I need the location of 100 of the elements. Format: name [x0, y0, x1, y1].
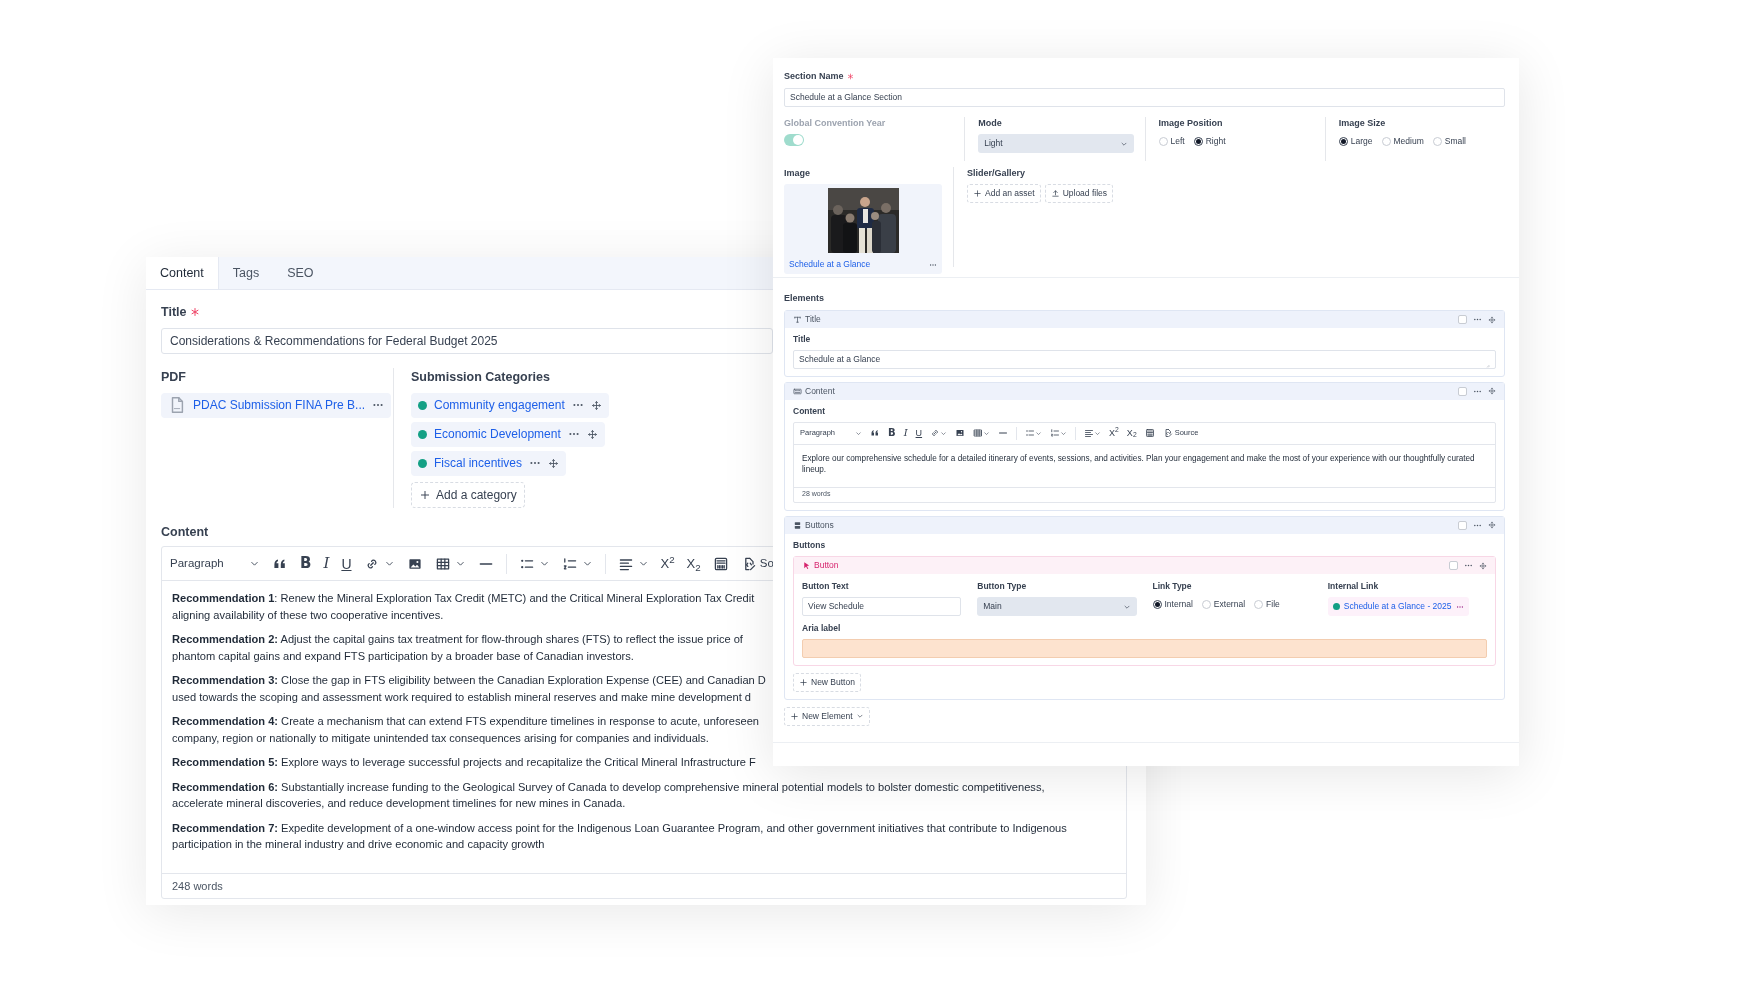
- aria-label-field[interactable]: [802, 638, 1487, 658]
- checkbox[interactable]: [1458, 315, 1467, 324]
- category-link[interactable]: Community engagement: [434, 396, 565, 414]
- italic-button[interactable]: I: [903, 428, 908, 438]
- checkbox[interactable]: [1449, 561, 1458, 571]
- caret-icon[interactable]: [940, 429, 948, 437]
- checkbox[interactable]: [1458, 386, 1467, 396]
- radio-label: Left: [1170, 135, 1185, 148]
- button-text-field[interactable]: View Schedule: [802, 597, 962, 616]
- move-icon[interactable]: [1479, 561, 1487, 570]
- field-label: Slider/Gallery: [967, 166, 1027, 180]
- move-icon[interactable]: [590, 399, 602, 411]
- subscript-button[interactable]: X$_{2}$: [686, 557, 701, 571]
- category-link[interactable]: Fiscal incentives: [434, 454, 523, 472]
- title-field[interactable]: Considerations & Recommendations for Federal Budget 2025: [161, 327, 773, 354]
- radio-label: File: [1266, 598, 1280, 611]
- field-label: Title: [793, 333, 812, 346]
- underline-button[interactable]: U: [915, 428, 923, 438]
- upload-icon: [1050, 189, 1060, 198]
- checkbox[interactable]: [1458, 520, 1467, 530]
- mode-select[interactable]: Light: [978, 134, 1135, 153]
- field-label: Button Text: [802, 580, 850, 593]
- caret-icon[interactable]: [1035, 429, 1043, 437]
- field-label: Elements: [784, 291, 826, 305]
- pointer-icon: [802, 561, 811, 571]
- source-icon: [1162, 428, 1173, 438]
- paragraph: Explore our comprehensive schedule for a detailed itinerary of events, sessions, and activities. Plan your engagement and make the most of your experience with our thoughtfully curated lineup.: [801, 452, 1476, 476]
- paragraph: Recommendation 2: Adjust the capital gains tax treatment for flow-through shares (FTS) to reflect the issue price of phantom capital gains and expand FTS participation by a broader base of Canadian investors.: [172, 632, 743, 664]
- plus-icon: [790, 711, 799, 721]
- image-caption-link[interactable]: Schedule at a Glance: [789, 258, 871, 271]
- chevron-down-icon: [855, 429, 862, 437]
- radio-label: Right: [1205, 135, 1226, 148]
- table-icon[interactable]: [973, 428, 984, 438]
- upload-files-button[interactable]: Upload files: [1044, 184, 1114, 203]
- element-title: Button: [814, 559, 839, 573]
- move-icon[interactable]: [548, 457, 560, 469]
- field-label: Title: [161, 304, 187, 321]
- field-label: Content: [161, 523, 209, 541]
- word-count: 248 words: [162, 872, 1126, 898]
- text-type-icon: [793, 315, 802, 324]
- superscript-button[interactable]: X$^{2}$: [1109, 428, 1119, 438]
- text-block-icon: [793, 386, 802, 396]
- internal-link[interactable]: Schedule at a Glance - 2025: [1343, 600, 1452, 613]
- bold-button[interactable]: B: [888, 428, 896, 438]
- underline-button[interactable]: U: [341, 556, 352, 571]
- caret-icon[interactable]: [1060, 429, 1068, 437]
- add-asset-button[interactable]: Add an asset: [967, 184, 1041, 203]
- tab[interactable]: SEO: [273, 257, 328, 289]
- source-button[interactable]: So: [740, 555, 774, 573]
- pdf-link[interactable]: PDAC Submission FINA Pre B...: [193, 396, 366, 414]
- category-link[interactable]: Economic Development: [434, 425, 561, 443]
- section-name-field[interactable]: Schedule at a Glance Section: [784, 87, 1505, 107]
- element-title: Content: [805, 384, 835, 398]
- numbered-list-icon[interactable]: [1050, 428, 1061, 438]
- bulleted-list-icon[interactable]: [1025, 428, 1036, 438]
- move-icon[interactable]: [1488, 521, 1496, 529]
- move-icon[interactable]: [1488, 315, 1496, 324]
- element-title: Buttons: [805, 518, 834, 532]
- radio-label: Large: [1350, 135, 1373, 148]
- embed-icon[interactable]: [1144, 428, 1155, 438]
- align-left-icon[interactable]: [1084, 428, 1095, 438]
- paragraph: Recommendation 3: Close the gap in FTS eligibility between the Canadian Exploration Expense (CEE) and Canadian D used towards the scoping and assessment work required to establish mineral reserves and make mine development d: [172, 673, 766, 705]
- italic-button[interactable]: I: [323, 556, 330, 572]
- add-category-button[interactable]: Add a category: [411, 481, 525, 508]
- move-icon[interactable]: [586, 428, 598, 440]
- numbered-list-icon[interactable]: [561, 555, 578, 572]
- paragraph-select[interactable]: Paragraph: [170, 555, 260, 573]
- field-label: Aria label: [802, 622, 842, 635]
- superscript-button[interactable]: X$^{2}$: [660, 557, 675, 571]
- new-button-button[interactable]: New Button: [793, 672, 861, 692]
- new-element-button[interactable]: New Element: [784, 706, 870, 726]
- field-label: Button Type: [977, 580, 1028, 593]
- tab[interactable]: Tags: [218, 257, 274, 289]
- field-label: Link Type: [1152, 580, 1193, 593]
- field-label: Submission Categories: [411, 368, 550, 386]
- tab[interactable]: Content: [146, 257, 219, 289]
- field-label: Image Size: [1338, 116, 1387, 130]
- field-label: Global Convention Year: [784, 116, 887, 130]
- field-label: Section Name: [784, 70, 844, 83]
- caret-icon[interactable]: [1094, 429, 1102, 437]
- paragraph: Recommendation 4: Create a mechanism that can extend FTS expenditure timelines in response to acute, unforeseen company, region or nationally to mitigate unintended tax consequences arising for companies and individuals.: [172, 714, 760, 746]
- field-label: Image: [784, 166, 811, 180]
- bold-button[interactable]: B: [300, 556, 312, 572]
- field-label: PDF: [161, 368, 186, 386]
- paragraph: Recommendation 7: Expedite development of a one-window access point for the Indigenous Loan Guarantee Program, and other government initiatives that contribute to Indigenous participation in the mineral industry and drive economic and capacity growth: [172, 820, 1067, 853]
- quote-icon[interactable]: [870, 428, 880, 438]
- button-type-select[interactable]: Main: [977, 597, 1137, 616]
- chevron-down-icon: [855, 712, 864, 721]
- image-icon[interactable]: [955, 428, 966, 438]
- field-label: Content: [793, 404, 827, 418]
- paragraph: Recommendation 1: Renew the Mineral Exploration Tax Credit (METC) and the Critical Mineral Exploration Tax Credit aligning availability of these two cooperative incentives.: [172, 591, 755, 623]
- embed-icon[interactable]: [712, 555, 729, 572]
- title-field[interactable]: Schedule at a Glance: [793, 349, 1496, 369]
- radio-label: Medium: [1393, 135, 1424, 148]
- field-label: Mode: [978, 116, 1003, 130]
- field-label: Image Position: [1158, 116, 1224, 130]
- move-icon[interactable]: [1488, 387, 1496, 396]
- field-label: Buttons: [793, 538, 827, 552]
- plus-icon: [419, 488, 431, 501]
- subscript-button[interactable]: X$_{2}$: [1126, 428, 1137, 438]
